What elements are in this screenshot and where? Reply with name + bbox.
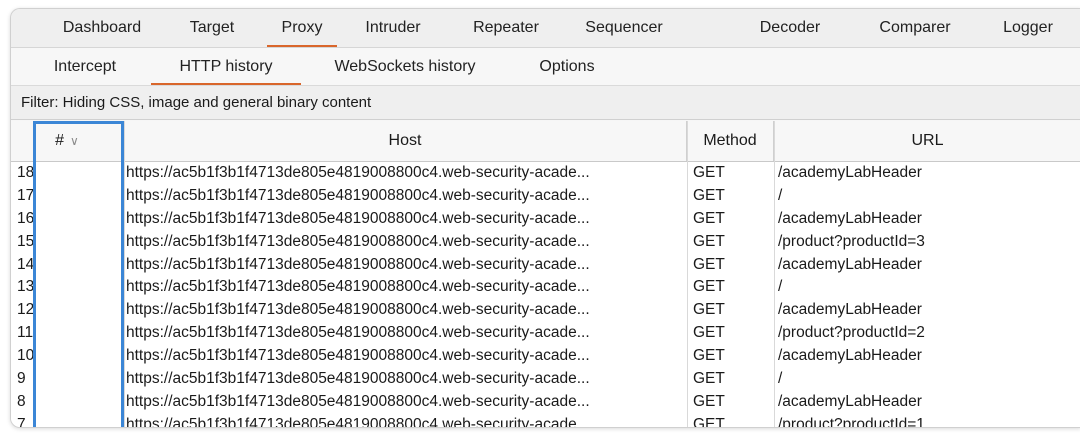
row-method: GET [693, 347, 725, 365]
table-header: # ∨ Host Method URL [11, 121, 1080, 162]
row-number: 13 [17, 278, 35, 296]
row-method: GET [693, 370, 725, 388]
row-host: https://ac5b1f3b1f4713de805e4819008800c4… [126, 209, 590, 227]
proxy-subtab-bar: Intercept HTTP history WebSockets histor… [11, 48, 1080, 86]
tab-comparer[interactable]: Comparer [863, 9, 967, 47]
row-host: https://ac5b1f3b1f4713de805e4819008800c4… [126, 347, 590, 365]
table-row[interactable]: 12 https://ac5b1f3b1f4713de805e4819008800… [11, 299, 1080, 322]
row-host: https://ac5b1f3b1f4713de805e4819008800c4… [126, 232, 590, 250]
row-url: /academyLabHeader [778, 255, 922, 273]
row-url: / [778, 370, 783, 388]
tab-proxy[interactable]: Proxy [267, 9, 337, 47]
row-host: https://ac5b1f3b1f4713de805e4819008800c4… [126, 370, 590, 388]
row-method: GET [693, 232, 725, 250]
row-url: / [778, 186, 783, 204]
table-row[interactable]: 18 https://ac5b1f3b1f4713de805e4819008800… [11, 162, 1080, 185]
row-number: 18 [17, 164, 35, 181]
row-url: /academyLabHeader [778, 347, 922, 365]
filter-bar[interactable]: Filter: Hiding CSS, image and general bi… [11, 86, 1080, 120]
chevron-down-icon[interactable]: ∨ [70, 134, 79, 148]
subtab-options[interactable]: Options [531, 48, 603, 85]
table-row[interactable]: 10 https://ac5b1f3b1f4713de805e4819008800… [11, 345, 1080, 368]
tab-dashboard[interactable]: Dashboard [49, 9, 155, 47]
row-method: GET [693, 324, 725, 342]
row-host: https://ac5b1f3b1f4713de805e4819008800c4… [126, 415, 590, 427]
row-method: GET [693, 301, 725, 319]
row-host: https://ac5b1f3b1f4713de805e4819008800c4… [126, 255, 590, 273]
row-url: /product?productId=1 [778, 415, 925, 427]
row-host: https://ac5b1f3b1f4713de805e4819008800c4… [126, 392, 590, 410]
burp-window: Dashboard Target Proxy Intruder Repeater… [10, 8, 1080, 428]
row-host: https://ac5b1f3b1f4713de805e4819008800c4… [126, 186, 590, 204]
tab-intruder[interactable]: Intruder [353, 9, 433, 47]
row-url: /product?productId=3 [778, 232, 925, 250]
table-body: 18 https://ac5b1f3b1f4713de805e4819008800… [11, 162, 1080, 427]
table-row[interactable]: 16 https://ac5b1f3b1f4713de805e4819008800… [11, 208, 1080, 231]
column-header-host[interactable]: Host [124, 121, 687, 161]
main-tab-bar: Dashboard Target Proxy Intruder Repeater… [11, 9, 1080, 48]
row-number: 17 [17, 186, 35, 204]
row-url: /academyLabHeader [778, 301, 922, 319]
row-number: 10 [17, 347, 35, 365]
table-row[interactable]: 11 https://ac5b1f3b1f4713de805e4819008800… [11, 322, 1080, 345]
row-method: GET [693, 392, 725, 410]
row-host: https://ac5b1f3b1f4713de805e4819008800c4… [126, 278, 590, 296]
subtab-http-history[interactable]: HTTP history [151, 48, 301, 85]
table-row[interactable]: 14 https://ac5b1f3b1f4713de805e4819008800… [11, 254, 1080, 277]
column-header-number-label: # [55, 132, 65, 149]
table-row[interactable]: 7 https://ac5b1f3b1f4713de805e4819008800c… [11, 414, 1080, 427]
row-number: 11 [17, 324, 34, 342]
row-method: GET [693, 164, 725, 181]
table-row[interactable]: 17 https://ac5b1f3b1f4713de805e4819008800… [11, 185, 1080, 208]
column-header-method[interactable]: Method [687, 121, 774, 161]
row-number: 12 [17, 301, 35, 319]
row-method: GET [693, 255, 725, 273]
row-url: /academyLabHeader [778, 392, 922, 410]
table-row[interactable]: 9 https://ac5b1f3b1f4713de805e4819008800c… [11, 368, 1080, 391]
row-number: 16 [17, 209, 35, 227]
table-row[interactable]: 15 https://ac5b1f3b1f4713de805e4819008800… [11, 231, 1080, 254]
row-number: 8 [17, 392, 26, 410]
subtab-intercept[interactable]: Intercept [45, 48, 125, 85]
row-url: /academyLabHeader [778, 209, 922, 227]
table-row[interactable]: 13 https://ac5b1f3b1f4713de805e4819008800… [11, 276, 1080, 299]
row-host: https://ac5b1f3b1f4713de805e4819008800c4… [126, 164, 590, 181]
row-number: 15 [17, 232, 35, 250]
tab-target[interactable]: Target [177, 9, 247, 47]
row-method: GET [693, 278, 725, 296]
http-history-table: # ∨ Host Method URL 18 https://ac5b1f3b1f4… [11, 121, 1080, 427]
tab-decoder[interactable]: Decoder [745, 9, 835, 47]
tab-repeater[interactable]: Repeater [461, 9, 551, 47]
row-url: /academyLabHeader [778, 164, 922, 181]
tab-sequencer[interactable]: Sequencer [569, 9, 679, 47]
column-header-number[interactable]: # ∨ [11, 121, 124, 161]
tab-logger[interactable]: Logger [993, 9, 1063, 47]
row-url: / [778, 278, 783, 296]
row-number: 9 [17, 370, 26, 388]
row-method: GET [693, 209, 725, 227]
row-host: https://ac5b1f3b1f4713de805e4819008800c4… [126, 324, 590, 342]
row-method: GET [693, 186, 725, 204]
row-url: /product?productId=2 [778, 324, 925, 342]
row-number: 14 [17, 255, 35, 273]
subtab-websockets-history[interactable]: WebSockets history [315, 48, 495, 85]
column-header-url[interactable]: URL [774, 121, 1080, 161]
row-number: 7 [17, 415, 26, 427]
row-host: https://ac5b1f3b1f4713de805e4819008800c4… [126, 301, 590, 319]
table-row[interactable]: 8 https://ac5b1f3b1f4713de805e4819008800c… [11, 391, 1080, 414]
row-method: GET [693, 415, 725, 427]
filter-text: Filter: Hiding CSS, image and general bi… [21, 94, 372, 111]
